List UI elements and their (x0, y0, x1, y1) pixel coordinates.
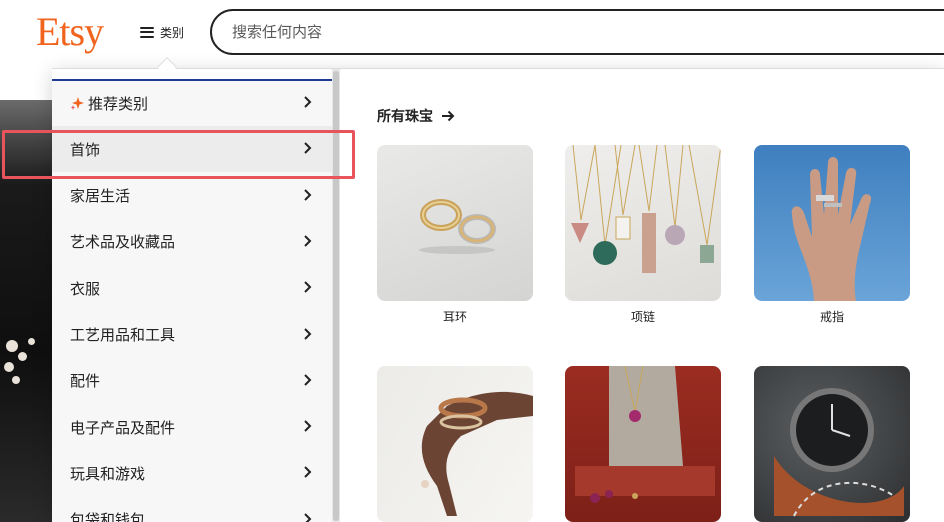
tile-label: 戒指 (819, 310, 844, 324)
etsy-logo[interactable]: Etsy (36, 8, 104, 56)
tile-bracelets[interactable] (377, 366, 533, 522)
chevron-right-icon (304, 327, 312, 340)
chevron-right-icon (304, 512, 312, 522)
tile-label: 耳环 (442, 310, 467, 324)
sidebar-item-label: 工艺用品和工具 (70, 326, 176, 344)
sidebar-item-label: 推荐类别 (88, 94, 149, 113)
chevron-right-icon (304, 96, 312, 108)
categories-label: 类别 (160, 25, 185, 40)
chevron-right-icon (304, 281, 312, 293)
necklaces-image (565, 145, 721, 301)
sidebar-item-featured[interactable]: 推荐类别 (52, 80, 332, 126)
tile-pendants[interactable] (565, 366, 721, 522)
tile-rings[interactable]: 戒指 (754, 145, 910, 325)
chevron-right-icon (304, 188, 312, 201)
sparkle-icon (70, 97, 84, 110)
content-title: 所有珠宝 (377, 109, 433, 125)
sidebar-item-label: 电子产品及配件 (70, 418, 176, 437)
rings-image (754, 145, 910, 301)
selection-highlight-box (2, 130, 355, 179)
tile-watches[interactable] (754, 366, 910, 522)
tile-label: 项链 (630, 310, 655, 324)
sidebar-item-label: 艺术品及收藏品 (70, 233, 176, 252)
hamburger-icon (140, 26, 154, 38)
sidebar-item-craft-supplies[interactable]: 工艺用品和工具 (52, 312, 332, 358)
sidebar-item-label: 包袋和钱包 (70, 511, 146, 522)
sidebar-item-accessories[interactable]: 配件 (52, 358, 332, 404)
chevron-right-icon (304, 235, 312, 247)
search-bar[interactable] (210, 9, 944, 55)
bracelets-image (377, 366, 533, 522)
chevron-right-icon (304, 466, 312, 479)
sidebar-item-art-collectibles[interactable]: 艺术品及收藏品 (52, 219, 332, 265)
sidebar-item-home-living[interactable]: 家居生活 (52, 173, 332, 219)
sidebar-item-label: 家居生活 (70, 187, 131, 206)
categories-menu-button[interactable]: 类别 (140, 20, 184, 44)
sidebar-item-bags-purses[interactable]: 包袋和钱包 (52, 497, 332, 522)
sidebar-item-toys-games[interactable]: 玩具和游戏 (52, 450, 332, 496)
tile-earrings[interactable]: 耳环 (377, 145, 533, 325)
pendant-image (565, 366, 721, 522)
sidebar-item-label: 衣服 (70, 279, 101, 298)
arrow-right-icon (442, 110, 455, 122)
sidebar-item-clothing[interactable]: 衣服 (52, 265, 332, 311)
earrings-image (377, 145, 533, 301)
watch-image (754, 366, 910, 522)
chevron-right-icon (304, 374, 312, 386)
sidebar-item-label: 玩具和游戏 (70, 464, 146, 483)
tile-necklaces[interactable]: 项链 (565, 145, 721, 325)
search-input[interactable] (232, 23, 832, 41)
chevron-right-icon (304, 420, 312, 432)
all-jewelry-link[interactable]: 所有珠宝 (377, 106, 455, 126)
sidebar-item-electronics[interactable]: 电子产品及配件 (52, 404, 332, 450)
sidebar-item-label: 配件 (70, 372, 101, 391)
